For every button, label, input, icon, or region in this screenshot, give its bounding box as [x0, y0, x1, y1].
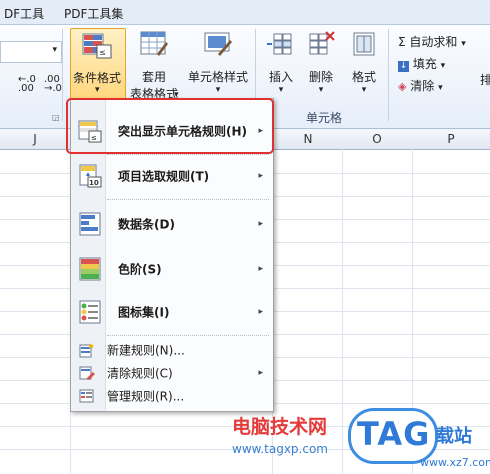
conditional-formatting-icon: ≤ [82, 33, 112, 59]
cells-group-label: 单元格 [306, 111, 343, 125]
menu-item-label: 项目选取规则(T) [118, 169, 210, 184]
menu-item-new-rule[interactable]: 新建规则(N)... [71, 339, 273, 361]
column-header-j[interactable]: J [0, 129, 71, 150]
decrease-decimal-button[interactable]: .00 →.0 [44, 74, 62, 94]
watermark-url-2: www.xz7.com [420, 456, 490, 469]
autosum-label: Σ 自动求和 [398, 35, 458, 49]
fill-button[interactable]: ↓ 填充 ▾ [398, 55, 445, 72]
menu-item-manage-rules[interactable]: 管理规则(R)... [71, 385, 273, 407]
icon-sets-icon [79, 300, 101, 324]
insert-cells-icon [267, 33, 292, 55]
format-cells-icon [353, 32, 375, 56]
submenu-arrow-icon: ▸ [258, 219, 263, 229]
column-header-n[interactable]: N [272, 129, 344, 150]
table-style-icon [140, 31, 168, 56]
delete-label: 删除 [308, 70, 333, 84]
menu-item-color-scales[interactable]: 色阶(S) ▸ [71, 251, 273, 287]
chevron-down-icon: ▾ [318, 85, 324, 95]
delete-cells-icon [309, 31, 335, 55]
eraser-icon: ◈ [398, 80, 407, 93]
cell-styles-button[interactable]: 单元格样式 ▾ [186, 30, 250, 95]
number-format-dropdown[interactable]: ▾ [0, 41, 62, 63]
menu-separator [107, 335, 269, 337]
chevron-down-icon: ▾ [278, 85, 284, 95]
menu-item-icon-sets[interactable]: 图标集(I) ▸ [71, 294, 273, 330]
submenu-arrow-icon: ▸ [258, 264, 263, 274]
menu-item-label: 图标集(I) [118, 305, 170, 320]
fill-label: 填充 [412, 57, 437, 71]
insert-label: 插入 [268, 70, 293, 84]
increase-decimal-icon: ←.0.00 [18, 74, 36, 94]
group-separator [388, 29, 389, 121]
top-bottom-rules-icon: 10 [79, 164, 102, 188]
cell-styles-label: 单元格样式 [187, 70, 248, 84]
group-separator [62, 29, 63, 121]
menu-item-top-bottom-rules[interactable]: 10 项目选取规则(T) ▸ [71, 158, 273, 194]
tab-pdf-toolset[interactable]: PDF工具集 [64, 5, 123, 22]
chevron-down-icon: ▾ [215, 85, 221, 95]
highlight-annotation-box [66, 98, 274, 154]
color-scales-icon [79, 257, 101, 281]
watermark-side-text: 载站 [436, 426, 472, 447]
format-label: 格式 [351, 70, 376, 84]
svg-text:≤: ≤ [99, 48, 106, 57]
decrease-decimal-icon: .00 →.0 [44, 74, 62, 94]
cell-styles-icon [204, 32, 232, 56]
menu-separator [107, 154, 269, 156]
autosum-button[interactable]: Σ 自动求和 ▾ [398, 33, 466, 50]
watermark-title: 电脑技术网 [232, 416, 328, 438]
dialog-launcher-icon[interactable]: ◲ [52, 113, 60, 122]
chevron-down-icon: ▾ [52, 45, 57, 55]
data-bars-icon [79, 212, 101, 236]
column-header-o[interactable]: O [342, 129, 413, 150]
tab-pdf-tools[interactable]: DF工具 [4, 5, 44, 22]
insert-button[interactable]: 插入 ▾ [262, 30, 300, 95]
column-header-p[interactable]: P [412, 129, 490, 150]
menu-item-label: 清除规则(C) [107, 366, 173, 381]
watermark-url: www.tagxp.com [232, 442, 328, 456]
clear-button[interactable]: ◈ 清除 ▾ [398, 77, 443, 94]
format-button[interactable]: 格式 ▾ [344, 30, 384, 95]
menu-item-data-bars[interactable]: 数据条(D) ▸ [71, 206, 273, 242]
new-rule-icon [79, 343, 94, 358]
menu-item-label: 新建规则(N)... [107, 343, 185, 358]
submenu-arrow-icon: ▸ [258, 307, 263, 317]
menu-item-clear-rules[interactable]: 清除规则(C) ▸ [71, 362, 273, 384]
clear-rules-icon [79, 366, 95, 380]
chevron-down-icon: ▾ [361, 85, 367, 95]
chevron-down-icon: ▾ [440, 61, 446, 71]
chevron-down-icon: ▾ [438, 83, 443, 93]
conditional-formatting-label: 条件格式 [73, 71, 122, 85]
submenu-arrow-icon: ▸ [258, 368, 263, 378]
manage-rules-icon [79, 389, 94, 403]
ribbon-tab-strip: DF工具 PDF工具集 [0, 0, 490, 25]
menu-separator [107, 199, 269, 201]
submenu-arrow-icon: ▸ [258, 171, 263, 181]
svg-text:10: 10 [89, 179, 99, 187]
menu-item-label: 管理规则(R)... [107, 389, 185, 404]
sort-filter-button[interactable]: 排 [480, 71, 490, 88]
menu-item-label: 色阶(S) [118, 262, 162, 277]
delete-button[interactable]: 删除 ▾ [302, 30, 340, 95]
watermark-logo-text: TAG [357, 415, 431, 453]
format-as-table-label: 套用 [141, 70, 166, 84]
menu-item-label: 数据条(D) [118, 217, 175, 232]
format-as-table-button[interactable]: 套用 表格格式 ▾ [126, 30, 182, 102]
increase-decimal-button[interactable]: ←.0.00 [18, 74, 36, 94]
chevron-down-icon: ▾ [95, 85, 100, 95]
chevron-down-icon: ▾ [461, 39, 466, 49]
clear-label: 清除 [410, 79, 435, 93]
fill-down-icon: ↓ [398, 61, 409, 72]
conditional-formatting-button[interactable]: ≤ 条件格式 ▾ [70, 28, 126, 100]
